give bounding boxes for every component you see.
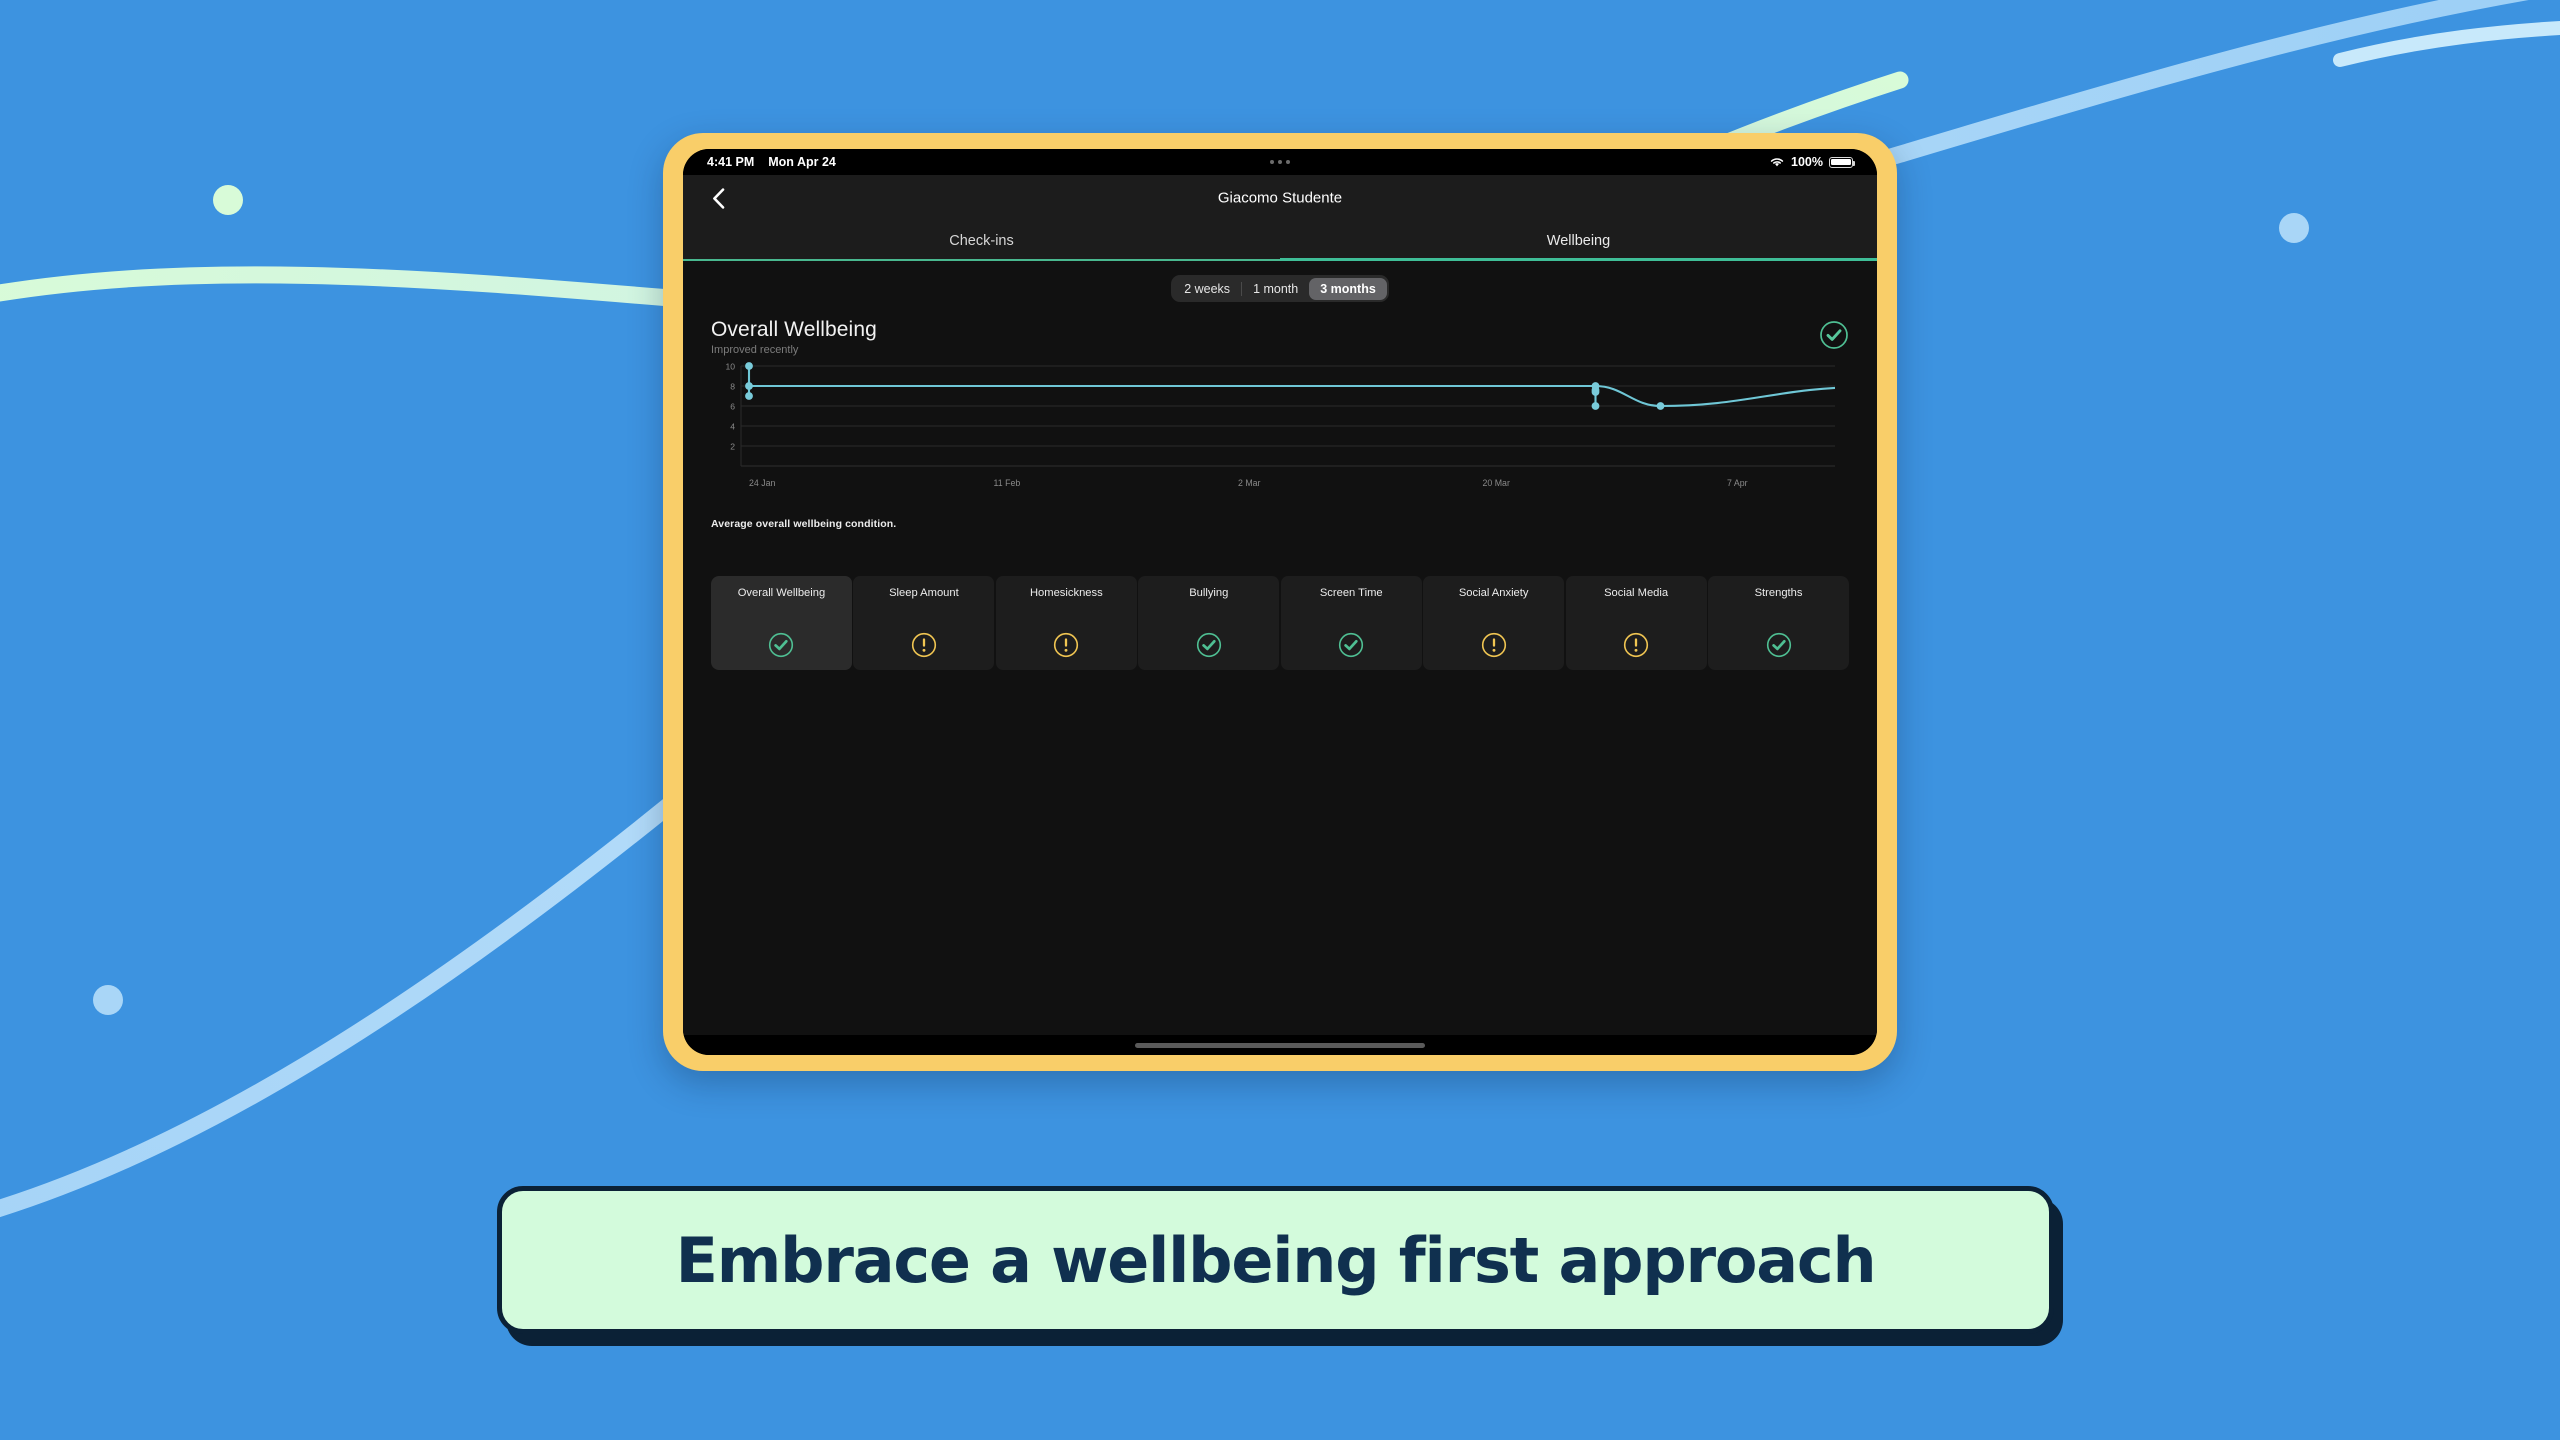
metric-card-strengths[interactable]: Strengths: [1708, 576, 1849, 670]
metric-card-homesickness[interactable]: Homesickness: [995, 576, 1137, 670]
ellipsis-icon: [1270, 160, 1290, 164]
svg-text:24 Jan: 24 Jan: [749, 478, 776, 488]
tablet-device: 4:41 PM Mon Apr 24 100% Giacomo Studente…: [663, 133, 1897, 1071]
chart-title: Overall Wellbeing: [711, 318, 877, 341]
wifi-icon: [1770, 158, 1784, 167]
metric-card-sleep-amount[interactable]: Sleep Amount: [853, 576, 995, 670]
chart-svg: 2 4 6 8 10 24 Jan 11 Feb 2 Mar 20 Mar 7 Apr: [725, 362, 1835, 488]
banner-box: Embrace a wellbeing first approach: [497, 1186, 2054, 1334]
tab-active-indicator: [1280, 258, 1877, 262]
tab-underline: [683, 258, 1877, 262]
metric-card-label: Sleep Amount: [889, 587, 959, 599]
chart-x-tick-labels: 24 Jan 11 Feb 2 Mar 20 Mar 7 Apr: [749, 478, 1748, 488]
metric-card-label: Strengths: [1754, 587, 1803, 599]
svg-text:4: 4: [730, 421, 735, 431]
svg-text:11 Feb: 11 Feb: [994, 478, 1021, 488]
status-time: 4:41 PM: [707, 155, 755, 169]
chart-y-tick-labels: 2 4 6 8 10: [725, 362, 735, 451]
range-option-2-weeks[interactable]: 2 weeks: [1173, 278, 1241, 300]
status-bar-right: 100%: [1769, 155, 1856, 169]
chart-subtitle: Improved recently: [711, 344, 799, 356]
check-circle-icon: [1196, 632, 1221, 658]
warning-circle-icon: [1054, 632, 1079, 658]
warning-circle-icon: [1623, 632, 1649, 658]
tab-bar: Check-ins Wellbeing: [683, 221, 1877, 262]
battery-percent-label: 100%: [1791, 155, 1823, 169]
metric-card-social-media[interactable]: Social Media: [1565, 576, 1707, 670]
chart-gridlines: [740, 365, 1835, 467]
tab-check-ins[interactable]: Check-ins: [683, 221, 1280, 261]
range-option-3-months[interactable]: 3 months: [1309, 277, 1387, 300]
ios-status-bar: 4:41 PM Mon Apr 24 100%: [683, 149, 1877, 175]
chevron-left-icon: [712, 187, 724, 209]
back-button[interactable]: [705, 185, 731, 211]
content-area: 2 weeks 1 month 3 months Overall Wellbei…: [683, 261, 1877, 1035]
check-circle-icon: [769, 632, 794, 658]
svg-text:8: 8: [730, 381, 735, 391]
navigation-bar: Giacomo Studente: [683, 175, 1877, 221]
range-selector-row: 2 weeks 1 month 3 months: [683, 275, 1877, 302]
home-indicator-bar[interactable]: [1135, 1042, 1425, 1048]
metric-card-label: Social Anxiety: [1458, 587, 1529, 599]
metric-card-screen-time[interactable]: Screen Time: [1280, 576, 1422, 670]
svg-text:6: 6: [730, 401, 735, 411]
tab-wellbeing[interactable]: Wellbeing: [1280, 221, 1877, 261]
svg-text:7 Apr: 7 Apr: [1727, 478, 1748, 488]
svg-text:2 Mar: 2 Mar: [1238, 478, 1261, 488]
status-bar-left: 4:41 PM Mon Apr 24: [707, 155, 836, 169]
tab-wellbeing-label: Wellbeing: [1546, 233, 1611, 249]
home-indicator-row: [683, 1035, 1877, 1055]
promo-banner: Embrace a wellbeing first approach: [497, 1186, 2063, 1346]
device-screen: 4:41 PM Mon Apr 24 100% Giacomo Studente…: [683, 149, 1877, 1055]
tab-check-ins-label: Check-ins: [949, 233, 1014, 249]
metric-card-label: Overall Wellbeing: [737, 587, 826, 599]
app-body: Giacomo Studente Check-ins Wellbeing 2 w…: [683, 175, 1877, 1035]
chart-caption: Average overall wellbeing condition.: [711, 518, 897, 530]
svg-text:10: 10: [725, 362, 735, 371]
range-option-1-month[interactable]: 1 month: [1242, 278, 1309, 300]
battery-full-icon: [1829, 156, 1856, 168]
warning-circle-icon: [911, 632, 937, 658]
chart-data-points: [745, 362, 1665, 410]
page-title: Giacomo Studente: [1217, 189, 1343, 207]
chart-header: Overall Wellbeing Improved recently: [683, 302, 1877, 356]
wellbeing-chart: 2 4 6 8 10 24 Jan 11 Feb 2 Mar 20 Mar 7 Apr: [683, 356, 1877, 512]
chart-header-text: Overall Wellbeing Improved recently: [711, 318, 1819, 356]
metric-card-overall-wellbeing[interactable]: Overall Wellbeing: [711, 576, 852, 670]
metric-card-label: Homesickness: [1029, 587, 1103, 599]
metric-card-row: Overall Wellbeing Sleep Amount Homesicknes…: [711, 576, 1849, 670]
check-circle-icon: [1339, 632, 1364, 658]
svg-text:20 Mar: 20 Mar: [1483, 478, 1510, 488]
banner-text: Embrace a wellbeing first approach: [675, 1223, 1877, 1297]
metric-card-bullying[interactable]: Bullying: [1138, 576, 1280, 670]
warning-circle-icon: [1481, 632, 1506, 658]
check-circle-icon: [1766, 632, 1791, 658]
metric-card-label: Social Media: [1604, 587, 1669, 599]
chart-line-series: [747, 384, 1835, 408]
metric-card-label: Screen Time: [1319, 587, 1383, 599]
check-circle-icon: [1820, 321, 1848, 349]
range-segmented-control[interactable]: 2 weeks 1 month 3 months: [1170, 275, 1390, 302]
svg-text:2: 2: [730, 441, 735, 451]
metric-card-social-anxiety[interactable]: Social Anxiety: [1423, 576, 1565, 670]
chart-point-stems: [747, 364, 1597, 408]
status-date: Mon Apr 24: [768, 155, 836, 169]
metric-card-label: Bullying: [1189, 587, 1229, 599]
